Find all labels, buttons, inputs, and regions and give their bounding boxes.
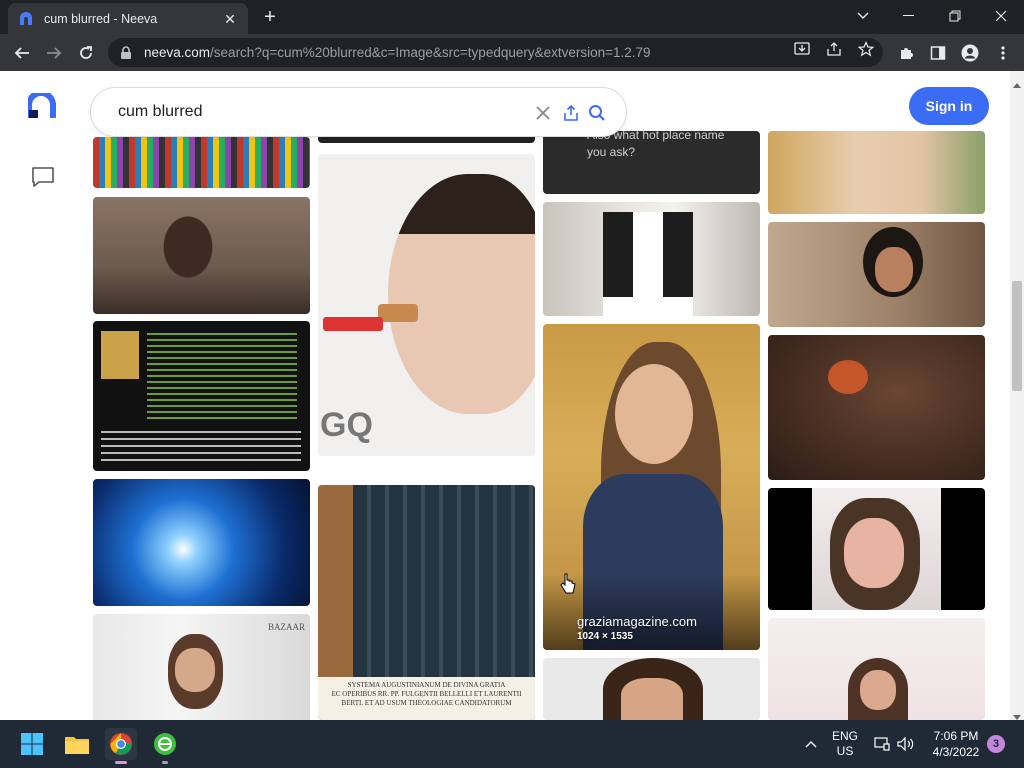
- neeva-logo-icon[interactable]: [26, 90, 58, 119]
- scrollbar-thumb[interactable]: [1012, 281, 1022, 391]
- search-icon[interactable]: [587, 103, 607, 123]
- page-scrollbar[interactable]: [1010, 71, 1024, 720]
- tab-close-icon[interactable]: ✕: [222, 11, 238, 27]
- lock-icon[interactable]: [120, 45, 134, 60]
- new-tab-button[interactable]: +: [258, 6, 282, 30]
- extensions-puzzle-icon[interactable]: [896, 43, 916, 63]
- search-input[interactable]: [118, 103, 498, 121]
- url-text[interactable]: neeva.com/search?q=cum%20blurred&c=Image…: [144, 45, 883, 60]
- language-indicator[interactable]: ENG US: [828, 720, 862, 768]
- image-result-man-scene[interactable]: [768, 222, 985, 327]
- search-box[interactable]: [90, 87, 627, 137]
- active-tab[interactable]: cum blurred - Neeva ✕: [8, 3, 248, 34]
- tab-title: cum blurred - Neeva: [44, 11, 158, 26]
- image-caption: graziamagazine.com 1024 × 1535: [577, 614, 697, 642]
- image-result-light-tunnel[interactable]: [93, 479, 310, 606]
- share-search-icon[interactable]: [561, 103, 581, 123]
- image-result-video-woman[interactable]: [768, 488, 985, 610]
- chat-snippet-text: Also what hot place name you ask?: [587, 131, 725, 159]
- left-sidebar: [0, 71, 86, 720]
- hand-cursor-icon: [560, 573, 576, 595]
- sign-in-button[interactable]: Sign in: [909, 87, 989, 125]
- browser-toolbar: neeva.com/search?q=cum%20blurred&c=Image…: [0, 34, 1024, 71]
- install-app-icon[interactable]: [793, 40, 811, 58]
- image-result-bottom-woman[interactable]: [543, 658, 760, 720]
- windows-taskbar: ENG US 7:06 PM 4/3/2022 3: [0, 720, 1024, 768]
- image-result-bazaar[interactable]: BAZAAR: [93, 614, 310, 720]
- image-result-woman-gif[interactable]: [93, 197, 310, 314]
- tab-search-chevron-icon[interactable]: [840, 0, 886, 32]
- clear-search-icon[interactable]: [533, 103, 553, 123]
- browser-tab-strip: cum blurred - Neeva ✕ +: [0, 0, 1024, 34]
- address-bar[interactable]: neeva.com/search?q=cum%20blurred&c=Image…: [108, 38, 883, 67]
- chrome-taskbar-icon[interactable]: [105, 728, 137, 764]
- notification-badge[interactable]: 3: [986, 720, 1006, 768]
- image-result-dirt-scene[interactable]: [768, 335, 985, 480]
- image-result-smiling-face[interactable]: [768, 131, 985, 214]
- image-result-bottom-portrait[interactable]: [768, 618, 985, 720]
- minimize-button[interactable]: [886, 0, 932, 32]
- scroll-up-arrow-icon[interactable]: [1013, 75, 1021, 93]
- network-icon[interactable]: [872, 720, 892, 768]
- profile-avatar-icon[interactable]: [960, 43, 980, 63]
- file-explorer-icon[interactable]: [61, 728, 93, 760]
- chat-bubble-icon[interactable]: [31, 165, 55, 189]
- image-result-vest-outfit[interactable]: [543, 202, 760, 316]
- reload-button[interactable]: [72, 39, 100, 67]
- image-result-hovered-woman[interactable]: graziamagazine.com 1024 × 1535: [543, 324, 760, 650]
- side-panel-icon[interactable]: [928, 43, 948, 63]
- image-results-grid: BAZAAR GQ SYSTEMA AUGUSTINIANUM DE DIVIN…: [0, 71, 1010, 720]
- green-app-taskbar-icon[interactable]: [149, 728, 181, 764]
- browser-menu-icon[interactable]: [993, 43, 1013, 63]
- forward-button[interactable]: [40, 39, 68, 67]
- bookmark-star-icon[interactable]: [857, 40, 875, 58]
- tray-overflow-chevron-icon[interactable]: [800, 720, 822, 768]
- image-result-4chan-post[interactable]: [93, 321, 310, 471]
- image-result-collage[interactable]: [93, 137, 310, 188]
- image-source[interactable]: graziamagazine.com: [577, 614, 697, 629]
- image-result-bookshelf[interactable]: SYSTEMA AUGUSTINIANUM DE DIVINA GRATIA EC…: [318, 485, 535, 720]
- clock[interactable]: 7:06 PM 4/3/2022: [924, 720, 988, 768]
- volume-icon[interactable]: [896, 720, 916, 768]
- neeva-results-page: BAZAAR GQ SYSTEMA AUGUSTINIANUM DE DIVIN…: [0, 71, 1024, 720]
- image-result-gq-lipstick[interactable]: GQ: [318, 154, 535, 456]
- restore-button[interactable]: [932, 0, 978, 32]
- image-dimensions: 1024 × 1535: [577, 631, 633, 642]
- scroll-down-arrow-icon[interactable]: [1013, 708, 1021, 720]
- neeva-favicon-icon: [18, 11, 34, 27]
- close-window-button[interactable]: [978, 0, 1024, 32]
- image-result-chat-screenshot[interactable]: Also what hot place name you ask?: [543, 131, 760, 194]
- back-button[interactable]: [8, 39, 36, 67]
- windows-start-icon[interactable]: [16, 728, 48, 760]
- share-icon[interactable]: [825, 40, 843, 58]
